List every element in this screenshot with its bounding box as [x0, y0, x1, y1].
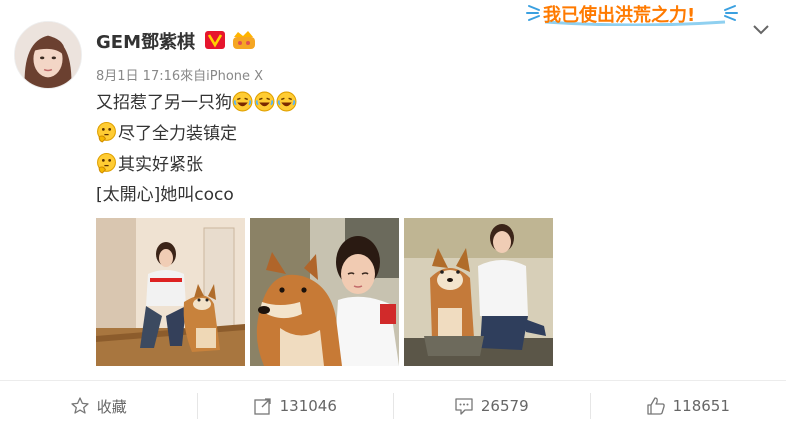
post-text-line-4: [太開心]她叫coco	[96, 184, 234, 206]
action-bar: 收藏 131046 26579 118651	[0, 381, 786, 431]
post-photo-3[interactable]	[404, 218, 553, 366]
post-photo-2[interactable]	[250, 218, 399, 366]
laughing-emoji-icon	[276, 91, 297, 112]
comment-icon	[454, 396, 474, 416]
post-photo-1[interactable]	[96, 218, 245, 366]
repost-count: 131046	[279, 397, 337, 415]
star-icon	[70, 396, 90, 416]
weibo-post-card: 我已使出洪荒之力! GEM鄧紫棋 8月1日 17:16來自iPhone X 又招…	[0, 0, 786, 431]
like-button[interactable]: 118651	[589, 381, 786, 431]
post-text: 尽了全力装镇定	[118, 124, 237, 144]
post-meta: 8月1日 17:16來自iPhone X	[96, 69, 264, 84]
post-text: 又招惹了另一只狗	[96, 93, 232, 113]
post-text-line-3: 其实好紧张	[96, 153, 203, 176]
repost-button[interactable]: 131046	[196, 381, 394, 431]
laughing-emoji-icon	[232, 91, 253, 112]
thinking-emoji-icon	[96, 153, 117, 174]
vip-crown-icon	[231, 29, 257, 51]
favorite-button[interactable]: 收藏	[0, 381, 197, 431]
post-text: 其实好紧张	[118, 155, 203, 175]
comment-button[interactable]: 26579	[393, 381, 590, 431]
post-text: [太開心]她叫coco	[96, 185, 234, 205]
verified-badge-icon	[205, 31, 225, 49]
username[interactable]: GEM鄧紫棋	[96, 28, 195, 54]
share-arrow-icon	[253, 396, 273, 416]
avatar[interactable]	[14, 21, 82, 89]
chevron-down-icon[interactable]	[752, 22, 770, 36]
laughing-emoji-icon	[254, 91, 275, 112]
promo-banner-text: 我已使出洪荒之力!	[543, 5, 696, 26]
favorite-label: 收藏	[96, 397, 127, 416]
thumbs-up-icon	[646, 396, 666, 416]
post-text-line-2: 尽了全力装镇定	[96, 122, 237, 145]
post-text-line-1: 又招惹了另一只狗	[96, 91, 298, 114]
thinking-emoji-icon	[96, 122, 117, 143]
comment-count: 26579	[480, 397, 529, 415]
like-count: 118651	[672, 397, 730, 415]
